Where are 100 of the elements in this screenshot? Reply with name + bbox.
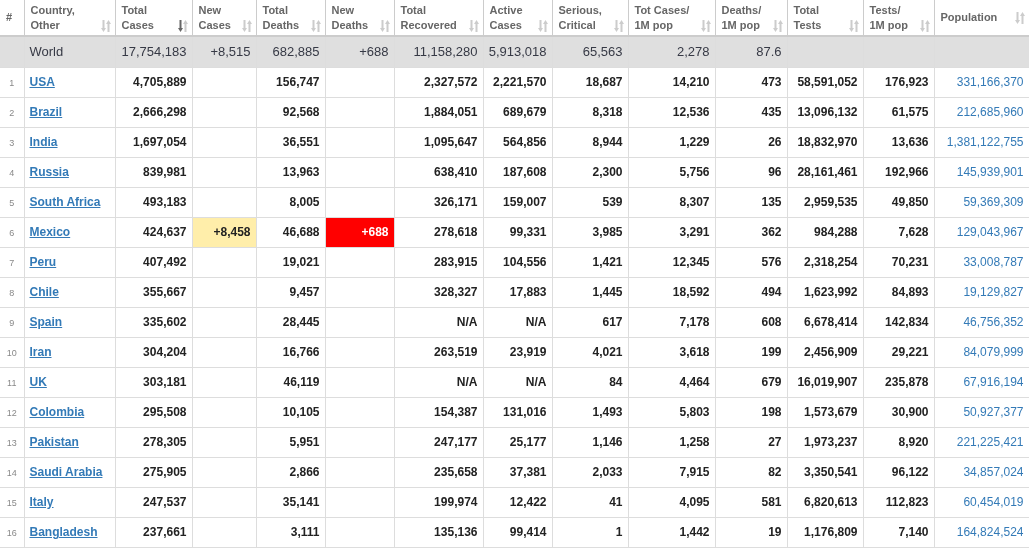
population-link[interactable]: 34,857,024 xyxy=(963,465,1024,479)
country-link[interactable]: Brazil xyxy=(29,105,63,119)
table-cell: 2,221,570 xyxy=(483,67,552,97)
population-link[interactable]: 145,939,901 xyxy=(956,165,1024,179)
table-cell: 1,973,237 xyxy=(787,427,863,457)
table-cell: 10,105 xyxy=(256,397,325,427)
country-link[interactable]: Iran xyxy=(29,345,52,359)
table-cell: 17,883 xyxy=(483,277,552,307)
table-cell: 11,158,280 xyxy=(394,36,483,67)
population-link[interactable]: 164,824,524 xyxy=(956,525,1024,539)
table-cell: 1,176,809 xyxy=(787,517,863,547)
table-cell: 61,575 xyxy=(863,97,934,127)
rank-number: 13 xyxy=(6,438,17,448)
table-cell: 2,278 xyxy=(628,36,715,67)
table-cell: 187,608 xyxy=(483,157,552,187)
table-cell: 8,920 xyxy=(863,427,934,457)
table-cell: 8,944 xyxy=(552,127,628,157)
table-cell: N/A xyxy=(483,307,552,337)
table-cell: 5,756 xyxy=(628,157,715,187)
table-cell: 1,095,647 xyxy=(394,127,483,157)
population-link[interactable]: 50,927,377 xyxy=(963,405,1024,419)
table-cell: 2,959,535 xyxy=(787,187,863,217)
table-cell: 303,181 xyxy=(115,367,192,397)
rank-number: 6 xyxy=(9,228,15,238)
table-cell: 984,288 xyxy=(787,217,863,247)
table-cell: 5,803 xyxy=(628,397,715,427)
table-cell: 304,204 xyxy=(115,337,192,367)
population-link[interactable]: 67,916,194 xyxy=(963,375,1024,389)
table-cell: 3,291 xyxy=(628,217,715,247)
country-link[interactable]: Chile xyxy=(29,285,59,299)
country-link[interactable]: India xyxy=(29,135,58,149)
population-link[interactable]: 59,369,309 xyxy=(963,195,1024,209)
country-link[interactable]: Italy xyxy=(29,495,54,509)
table-cell: 839,981 xyxy=(115,157,192,187)
table-cell: 355,667 xyxy=(115,277,192,307)
country-link[interactable]: Colombia xyxy=(29,405,85,419)
table-cell: 362 xyxy=(715,217,787,247)
population-link[interactable]: 46,756,352 xyxy=(963,315,1024,329)
table-cell: 235,878 xyxy=(863,367,934,397)
population-link[interactable]: 84,079,999 xyxy=(963,345,1024,359)
table-cell: 99,414 xyxy=(483,517,552,547)
country-link[interactable]: Bangladesh xyxy=(29,525,98,539)
table-cell: 82 xyxy=(715,457,787,487)
table-cell: 112,823 xyxy=(863,487,934,517)
table-cell: 1,697,054 xyxy=(115,127,192,157)
table-cell: 335,602 xyxy=(115,307,192,337)
table-cell: 2,033 xyxy=(552,457,628,487)
table-cell: 1,623,992 xyxy=(787,277,863,307)
table-cell: +688 xyxy=(325,36,394,67)
table-cell: 198 xyxy=(715,397,787,427)
table-cell: 27 xyxy=(715,427,787,457)
rank-number: 14 xyxy=(6,468,17,478)
table-cell: 199 xyxy=(715,337,787,367)
country-link[interactable]: South Africa xyxy=(29,195,101,209)
table-cell: 37,381 xyxy=(483,457,552,487)
table-cell: 87.6 xyxy=(715,36,787,67)
country-link[interactable]: Saudi Arabia xyxy=(29,465,103,479)
table-cell: 28,445 xyxy=(256,307,325,337)
country-link[interactable]: Spain xyxy=(29,315,63,329)
table-cell: 99,331 xyxy=(483,217,552,247)
table-cell: 8,307 xyxy=(628,187,715,217)
table-cell: 12,422 xyxy=(483,487,552,517)
table-cell: 1,146 xyxy=(552,427,628,457)
table-cell: +8,458 xyxy=(192,217,256,247)
rank-number: 3 xyxy=(9,138,15,148)
country-link[interactable]: UK xyxy=(29,375,47,389)
table-cell: 135 xyxy=(715,187,787,217)
table-cell: 13,636 xyxy=(863,127,934,157)
sort-icon[interactable] xyxy=(177,19,188,32)
table-cell: World xyxy=(24,36,115,67)
population-link[interactable]: 1,381,122,755 xyxy=(946,135,1024,149)
table-cell: 84 xyxy=(552,367,628,397)
country-link[interactable]: USA xyxy=(29,75,55,89)
population-link[interactable]: 331,166,370 xyxy=(956,75,1024,89)
table-cell: 2,318,254 xyxy=(787,247,863,277)
table-cell: 278,618 xyxy=(394,217,483,247)
table-cell: 14,210 xyxy=(628,67,715,97)
table-cell: 154,387 xyxy=(394,397,483,427)
table-cell: +8,515 xyxy=(192,36,256,67)
country-link[interactable]: Russia xyxy=(29,165,69,179)
population-link[interactable]: 60,454,019 xyxy=(963,495,1024,509)
table-cell: 424,637 xyxy=(115,217,192,247)
table-cell: 199,974 xyxy=(394,487,483,517)
country-link[interactable]: Peru xyxy=(29,255,57,269)
population-link[interactable]: 33,008,787 xyxy=(963,255,1024,269)
population-link[interactable]: 19,129,827 xyxy=(963,285,1024,299)
population-link[interactable]: 221,225,421 xyxy=(956,435,1024,449)
table-cell: 29,221 xyxy=(863,337,934,367)
table-cell: 19,021 xyxy=(256,247,325,277)
table-cell: 18,687 xyxy=(552,67,628,97)
table-cell: 3,618 xyxy=(628,337,715,367)
population-link[interactable]: 129,043,967 xyxy=(956,225,1024,239)
table-cell: 689,679 xyxy=(483,97,552,127)
table-cell: 19 xyxy=(715,517,787,547)
country-link[interactable]: Mexico xyxy=(29,225,71,239)
country-link[interactable]: Pakistan xyxy=(29,435,79,449)
table-cell: 295,508 xyxy=(115,397,192,427)
table-cell: 65,563 xyxy=(552,36,628,67)
table-cell: 7,628 xyxy=(863,217,934,247)
population-link[interactable]: 212,685,960 xyxy=(956,105,1024,119)
